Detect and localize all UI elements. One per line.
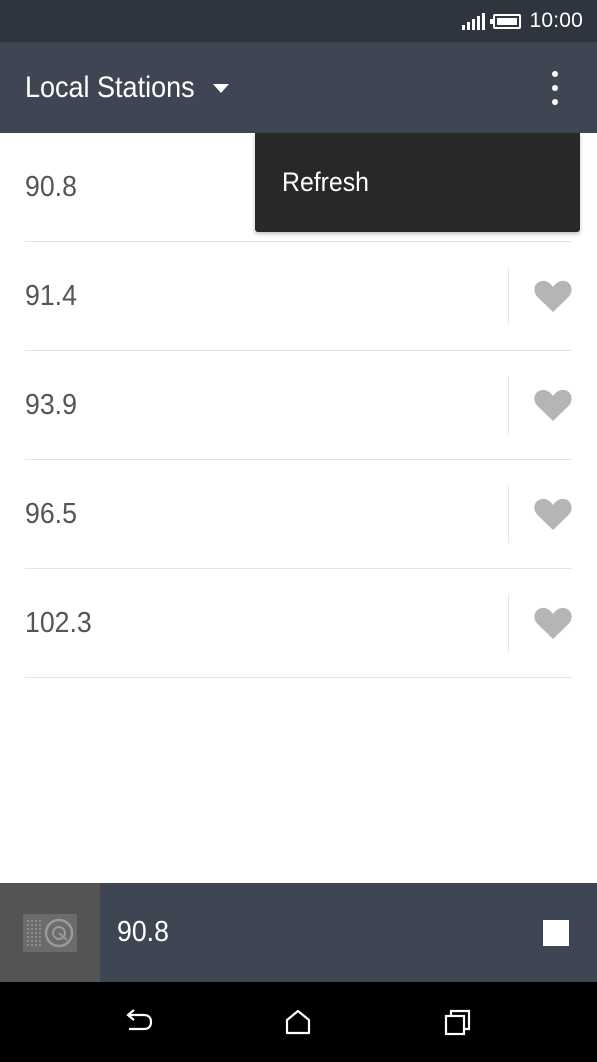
heart-icon[interactable] xyxy=(533,278,573,314)
station-row[interactable]: 102.3 xyxy=(0,569,597,678)
status-icons: 10:00 xyxy=(462,8,583,34)
home-icon[interactable] xyxy=(282,1006,314,1038)
navigation-bar xyxy=(0,982,597,1062)
menu-item-refresh[interactable]: Refresh xyxy=(282,133,369,232)
station-row[interactable]: 96.5 xyxy=(0,460,597,569)
heart-icon[interactable] xyxy=(533,496,573,532)
back-icon[interactable] xyxy=(122,1006,154,1038)
station-row[interactable]: 91.4 xyxy=(0,242,597,351)
recent-apps-icon[interactable] xyxy=(441,1006,473,1038)
overflow-menu-icon[interactable] xyxy=(543,71,567,105)
radio-icon xyxy=(23,914,77,952)
battery-icon xyxy=(490,13,522,29)
caret-down-icon xyxy=(213,84,230,93)
station-frequency: 91.4 xyxy=(25,279,77,312)
app-bar: Local Stations xyxy=(0,42,597,133)
page-title: Local Stations xyxy=(25,70,195,104)
now-playing-thumbnail xyxy=(0,883,100,982)
station-list-dropdown[interactable]: Local Stations xyxy=(25,42,230,133)
signal-icon xyxy=(462,12,486,30)
station-frequency: 102.3 xyxy=(25,606,92,639)
heart-icon[interactable] xyxy=(533,387,573,423)
divider xyxy=(25,677,572,678)
heart-icon[interactable] xyxy=(533,605,573,641)
now-playing-bar[interactable]: 90.8 xyxy=(0,883,597,982)
station-frequency: 90.8 xyxy=(25,170,77,203)
divider xyxy=(508,376,509,434)
overflow-popup-menu: Refresh xyxy=(255,133,580,232)
status-bar: 10:00 xyxy=(0,0,597,42)
divider xyxy=(508,594,509,652)
divider xyxy=(508,267,509,325)
station-row[interactable]: 93.9 xyxy=(0,351,597,460)
status-time: 10:00 xyxy=(529,9,583,32)
now-playing-frequency: 90.8 xyxy=(117,916,169,948)
divider xyxy=(508,485,509,543)
station-frequency: 96.5 xyxy=(25,497,77,530)
stop-icon[interactable] xyxy=(543,920,569,946)
station-frequency: 93.9 xyxy=(25,388,77,421)
